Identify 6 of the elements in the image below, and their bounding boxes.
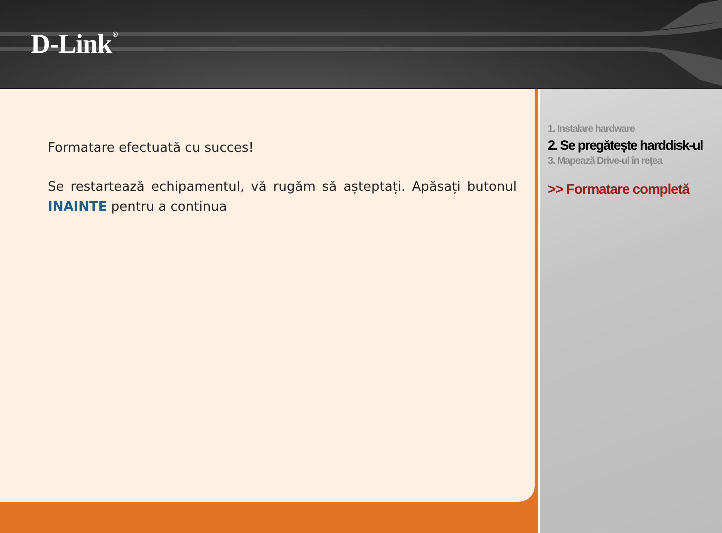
success-message: Formatare efectuată cu succes! [48, 141, 255, 156]
wizard-step: 2. Se pregătește harddisk-ul [548, 138, 722, 153]
restart-instructions: Se restartează echipamentul, vă rugăm să așteptați. Apăsați butonul INAINTE pentru a continua [48, 179, 517, 217]
wizard-step: 3. Mapează Drive-ul în rețea [548, 156, 722, 167]
wizard-step: >> Formatare completă [548, 181, 722, 197]
wizard-step: 1. Instalare hardware [548, 124, 722, 135]
